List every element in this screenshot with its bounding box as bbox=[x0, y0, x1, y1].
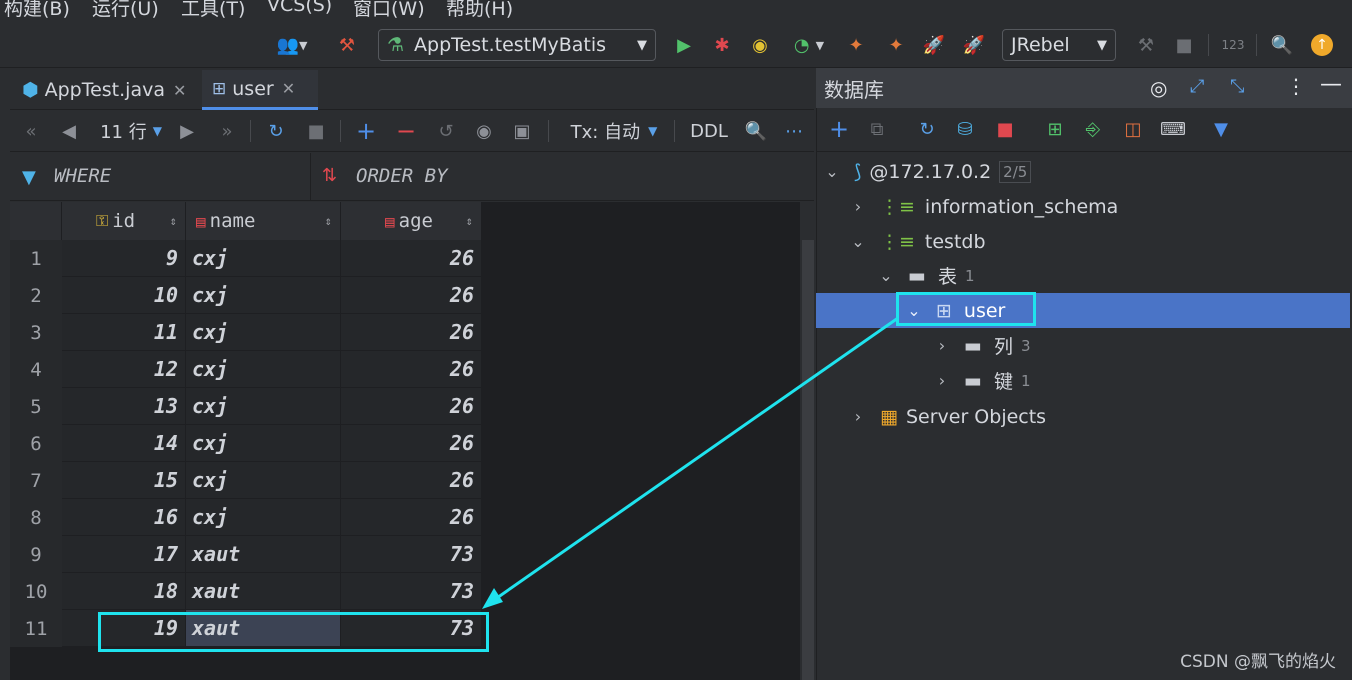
arrow-line bbox=[493, 316, 899, 602]
annotation-arrow bbox=[482, 316, 899, 609]
arrow-head bbox=[482, 588, 503, 609]
watermark: CSDN @飘飞的焰火 bbox=[1180, 652, 1336, 672]
